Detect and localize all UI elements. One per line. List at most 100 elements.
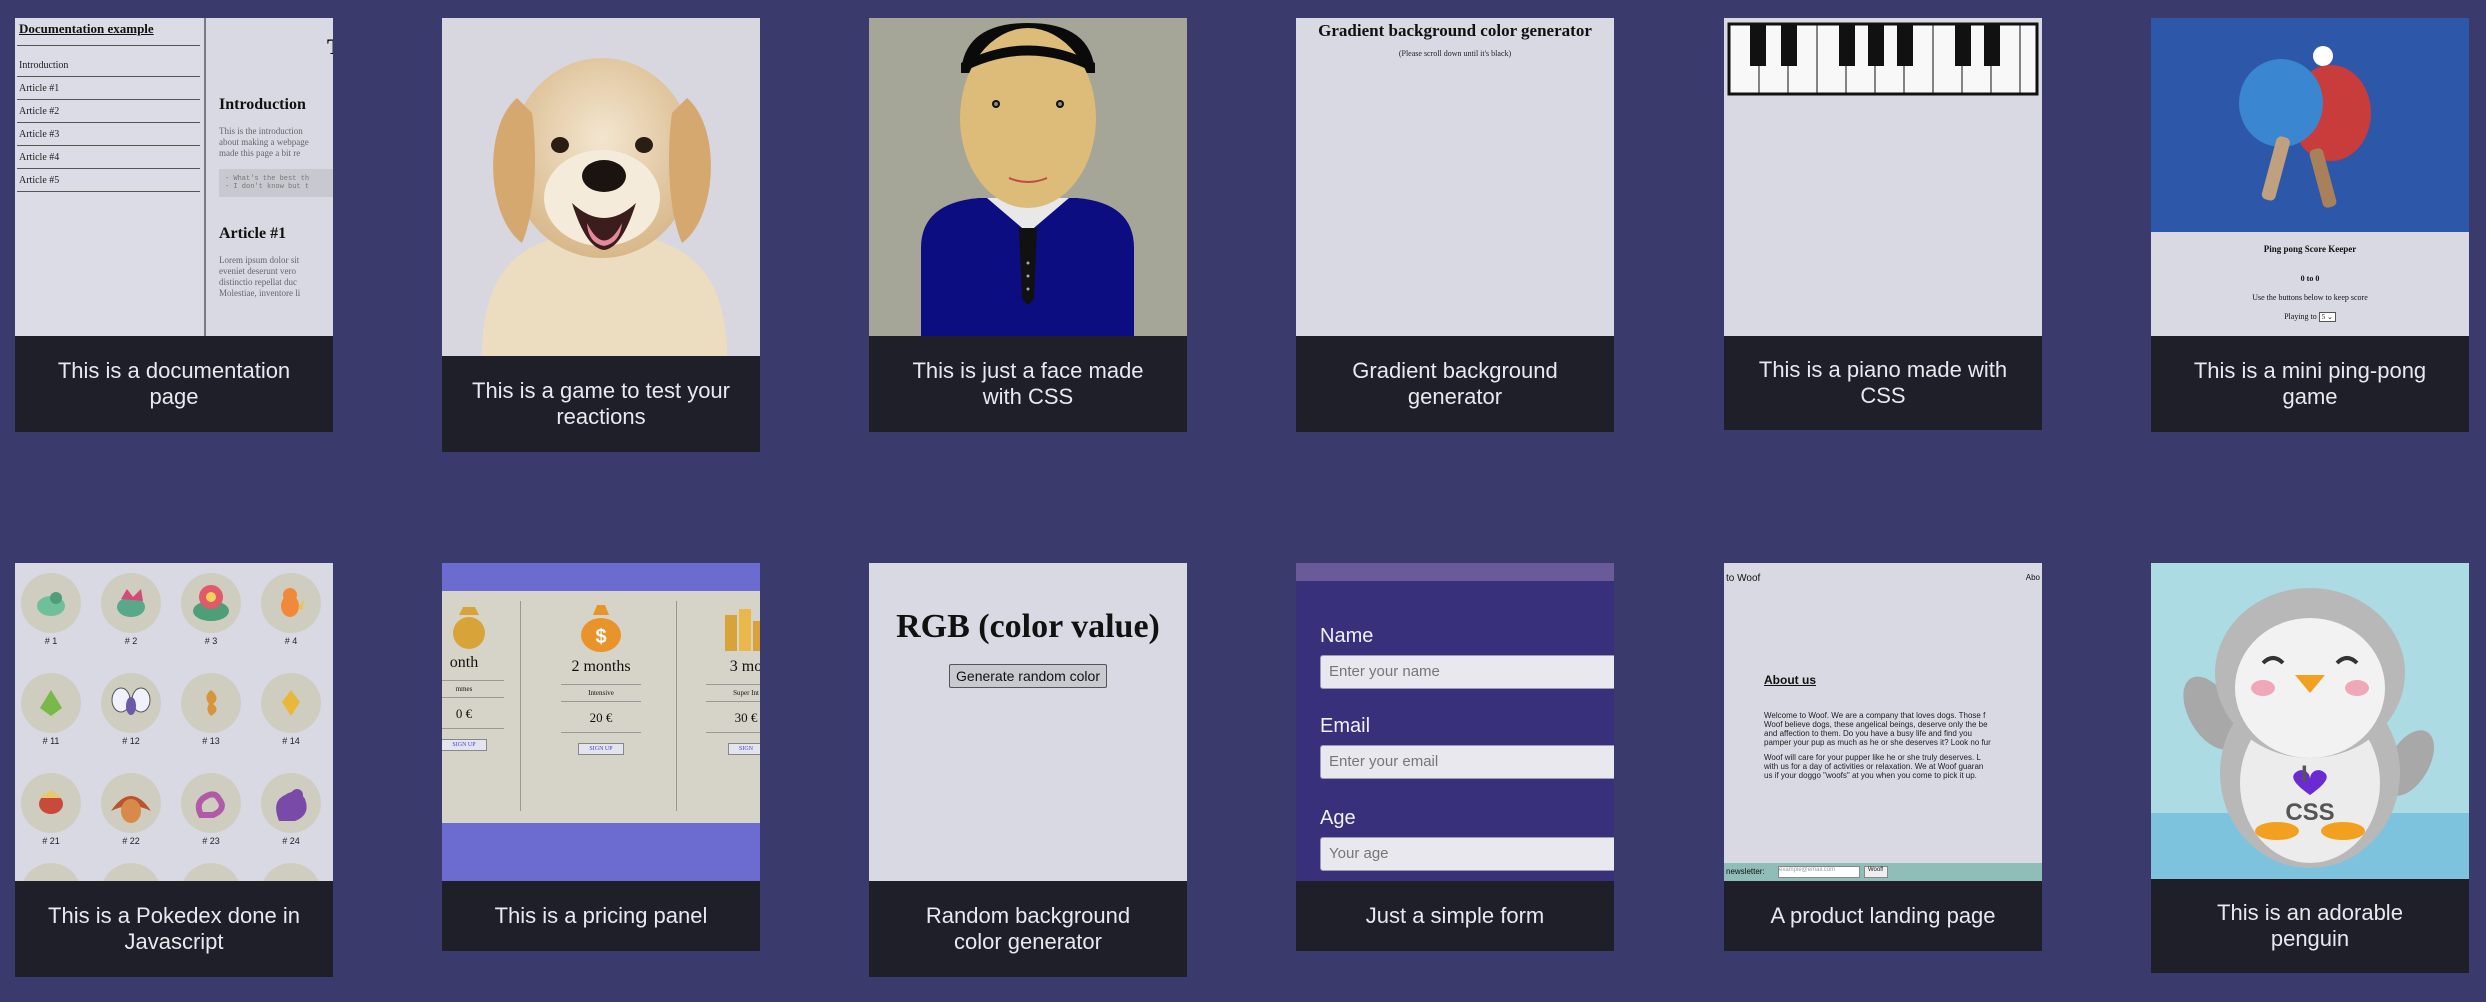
card-caption: This is an adorable penguin (2217, 900, 2403, 951)
pokemon-sprite (181, 773, 241, 833)
dog-image (482, 58, 727, 356)
pokedex-number: # 22 (122, 836, 140, 846)
doc-code-block: - What's the best th - I don't know but t (219, 169, 333, 197)
doc-text: Molestiae, inventore li (219, 288, 301, 298)
name-input[interactable]: Enter your name (1320, 655, 1614, 689)
doc-text: distinctio repellat duc (219, 277, 297, 287)
gradient-subtitle: (Please scroll down until it's black) (1398, 49, 1512, 58)
pokemon-sprite (21, 863, 81, 881)
signup-button[interactable]: SIGN (727, 743, 760, 755)
plan-name: 2 months (571, 658, 631, 675)
signup-button[interactable]: SIGN UP (442, 739, 487, 751)
pricing-preview: onth mmes 0 € SIGN UP $ 2 months Intensi… (442, 563, 760, 881)
project-card-documentation[interactable]: Documentation example Introduction Artic… (15, 18, 333, 432)
plan-feature: mmes (442, 680, 504, 698)
css-face-preview (869, 18, 1187, 336)
age-input[interactable]: Your age (1320, 837, 1614, 871)
rgb-title: RGB (color value) (896, 608, 1160, 645)
newsletter-input[interactable]: example@email.com (1778, 866, 1860, 878)
pokedex-number: # 24 (282, 836, 300, 846)
random-color-preview: RGB (color value) Generate random color (869, 563, 1187, 881)
pokemon-icon (193, 585, 229, 621)
ping-pong-instructions: Use the buttons below to keep score (2252, 293, 2368, 302)
pokemon-sprite (21, 773, 81, 833)
paddles-illustration (2239, 46, 2371, 208)
project-card-ping-pong[interactable]: Ping pong Score Keeper 0 to 0 Use the bu… (2151, 18, 2469, 432)
doc-nav-link: Article #2 (17, 100, 200, 123)
doc-nav-link: Article #5 (17, 169, 200, 192)
pokedex-entry (101, 863, 161, 881)
pokedex-entry (181, 863, 241, 881)
generate-color-button[interactable]: Generate random color (949, 664, 1107, 688)
pokemon-sprite (21, 573, 81, 633)
pokemon-icon (276, 878, 306, 881)
doc-text: made this page a bit re (219, 148, 301, 158)
pokemon-icon (276, 789, 307, 821)
pokemon-icon (282, 690, 300, 716)
signup-button[interactable]: SIGN UP (578, 743, 624, 755)
project-card-gradient-generator[interactable]: Gradient background color generator (Ple… (1296, 18, 1614, 432)
playing-to-select[interactable]: 5 ⌄ (2318, 312, 2336, 322)
newsletter-bar: newsletter: example@email.com Woof! (1724, 863, 2042, 881)
pokedex-entry (21, 863, 81, 881)
form-preview: Name Enter your name Email Enter your em… (1296, 563, 1614, 881)
email-input[interactable]: Enter your email (1320, 745, 1614, 779)
pokemon-sprite (181, 673, 241, 733)
piano-preview (1724, 18, 2042, 336)
doc-text: This is the introduction (219, 126, 303, 136)
project-card-css-penguin[interactable]: I CSS This is an adorable penguin (2151, 563, 2469, 973)
card-caption: This is a game to test your reactions (472, 378, 730, 429)
penguin-shirt-css: CSS (2285, 799, 2335, 826)
about-text: Welcome to Woof. We are a company that l… (1764, 711, 1991, 780)
pokemon-icon (111, 796, 151, 823)
project-card-reaction-game[interactable]: This is a game to test your reactions (442, 18, 760, 452)
pokemon-icon (206, 690, 217, 716)
plan-feature: Super Int (706, 684, 760, 702)
gradient-title: Gradient background color generator (1318, 21, 1592, 40)
plan-name: onth (449, 654, 479, 671)
project-card-random-color[interactable]: RGB (color value) Generate random color … (869, 563, 1187, 977)
pokedex-number: # 14 (282, 736, 300, 746)
gold-coins-icon (725, 609, 760, 651)
doc-nav-link: Article #3 (17, 123, 200, 146)
project-card-css-face[interactable]: This is just a face made with CSS (869, 18, 1187, 432)
pokemon-icon (40, 690, 62, 716)
card-caption: This is just a face made with CSS (912, 358, 1144, 409)
card-caption: This is a Pokedex done in Javascript (48, 903, 300, 954)
pokedex-entry: # 3 (181, 573, 241, 648)
pokedex-number: # 4 (284, 636, 298, 646)
pricing-divider (520, 601, 521, 811)
about-line: pamper your pup as much as he or she des… (1764, 738, 1991, 747)
playing-to-value: 5 (2321, 313, 2326, 321)
project-card-css-piano[interactable]: This is a piano made with CSS (1724, 18, 2042, 430)
pokemon-icon (111, 687, 151, 715)
pokedex-entry: # 24 (261, 773, 321, 848)
project-card-pricing-panel[interactable]: onth mmes 0 € SIGN UP $ 2 months Intensi… (442, 563, 760, 951)
playing-to-label: Playing to (2284, 312, 2317, 321)
pokemon-sprite (181, 573, 241, 633)
pokedex-entry: # 14 (261, 673, 321, 748)
project-card-simple-form[interactable]: Name Enter your name Email Enter your em… (1296, 563, 1614, 951)
about-line: Woof will care for your pupper like he o… (1764, 753, 1981, 762)
card-caption: A product landing page (1770, 903, 1996, 928)
pokemon-icon (196, 878, 226, 881)
plan-price: 30 € (706, 710, 760, 733)
newsletter-button[interactable]: Woof! (1864, 866, 1888, 878)
pokedex-entry: # 1 (21, 573, 81, 648)
doc-text: about making a webpage (219, 137, 309, 147)
form-header-strip (1296, 563, 1614, 581)
email-label: Email (1320, 715, 1371, 737)
card-caption: This is a documentation page (57, 358, 291, 409)
doc-nav-link: Article #1 (17, 77, 200, 100)
ping-pong-scoreboard: Ping pong Score Keeper 0 to 0 Use the bu… (2151, 232, 2469, 336)
playing-to-row: Playing to 5 ⌄ (2151, 312, 2469, 322)
name-label: Name (1320, 625, 1374, 647)
project-card-pokedex[interactable]: # 1 # 2 # 3 # 4 # 11 # 12 # 13 # 14 # 21… (15, 563, 333, 977)
doc-text: Lorem ipsum dolor sit (219, 255, 300, 265)
pokemon-icon (39, 790, 63, 814)
project-card-landing-page[interactable]: to Woof Abo About us Welcome to Woof. We… (1724, 563, 2042, 951)
pokemon-icon (117, 589, 145, 617)
card-caption: Just a simple form (1365, 903, 1545, 928)
landing-page-preview: to Woof Abo About us Welcome to Woof. We… (1724, 563, 2042, 881)
landing-nav-link[interactable]: Abo (2026, 573, 2040, 582)
